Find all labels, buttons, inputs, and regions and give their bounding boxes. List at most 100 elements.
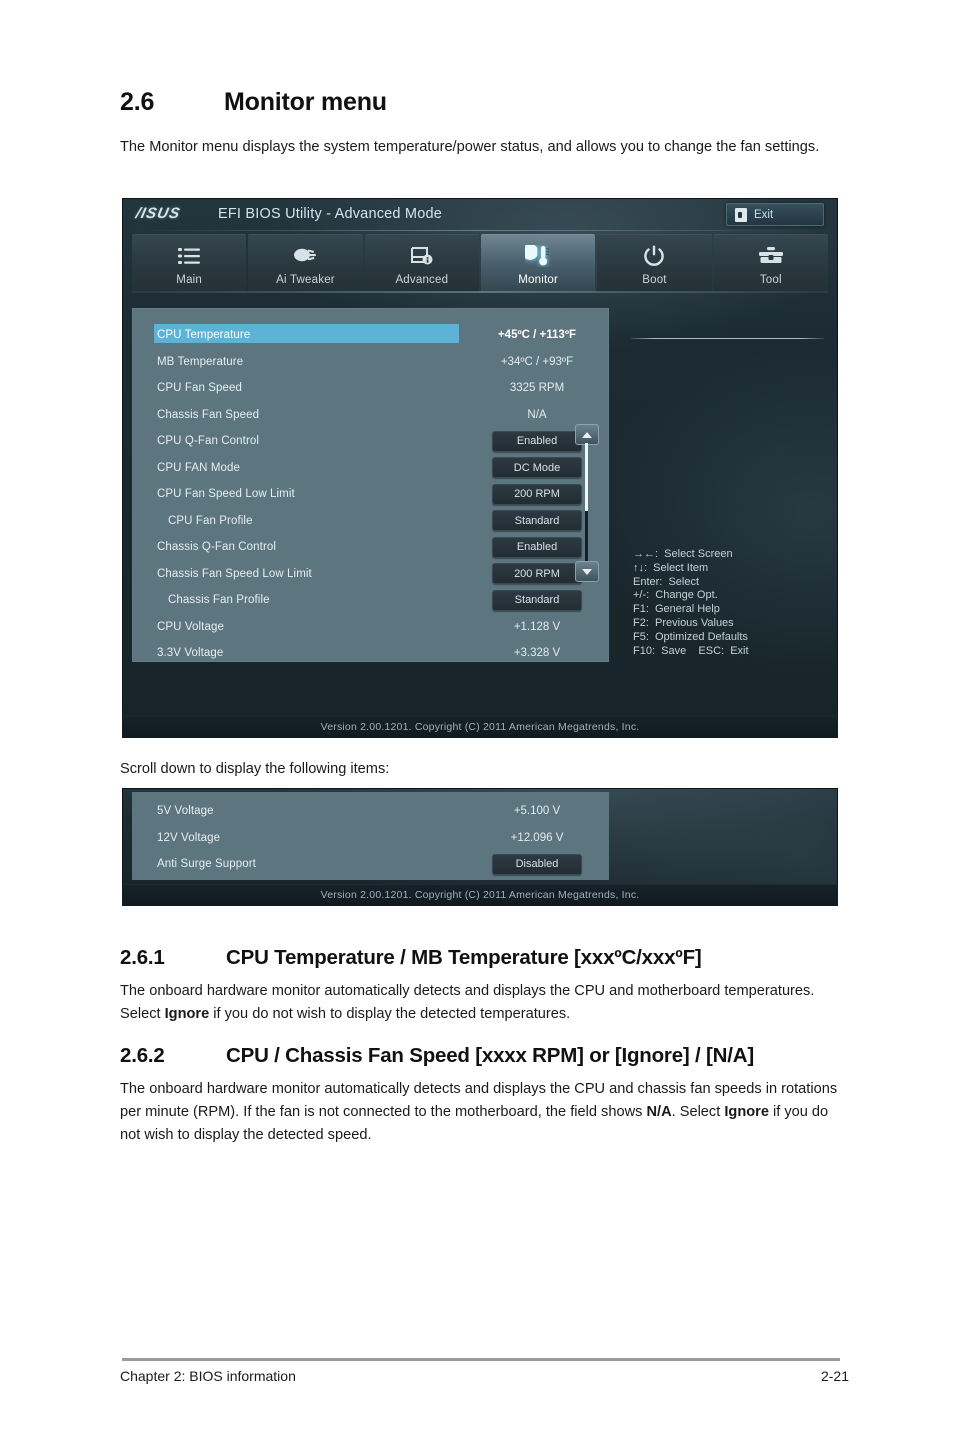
tab-advanced[interactable]: Advanced: [364, 234, 479, 292]
tab-tool[interactable]: Tool: [713, 234, 828, 292]
settings-row-label: CPU Fan Profile: [168, 514, 253, 527]
footer-chapter: Chapter 2: BIOS information: [120, 1368, 296, 1384]
bios-screenshot-main: /ISUS EFI BIOS Utility - Advanced Mode E…: [122, 198, 838, 738]
settings-row-label: CPU Fan Speed: [157, 382, 243, 395]
bios-content-area: CPU Temperature +45ºC / +113ºF MB Temperat…: [132, 294, 828, 686]
key-legend-line: F1: General Help: [633, 603, 720, 616]
option-dropdown[interactable]: 200 RPM: [492, 563, 582, 585]
exit-door-icon: [735, 207, 747, 222]
footer-rule: [122, 1358, 840, 1361]
settings-row[interactable]: CPU Voltage +1.128 V: [132, 614, 609, 641]
settings-scrollbar[interactable]: [575, 424, 599, 582]
settings-row[interactable]: Chassis Fan Speed N/A: [132, 402, 609, 429]
bios-window-title: EFI BIOS Utility - Advanced Mode: [218, 206, 442, 222]
settings-row-label: CPU Fan Speed Low Limit: [157, 488, 295, 501]
settings-row-value: +34ºC / +93ºF: [500, 355, 574, 368]
tab-main[interactable]: Main: [132, 234, 247, 292]
key-legend-line: +/-: Change Opt.: [633, 589, 718, 602]
settings-row-label: Chassis Fan Profile: [168, 594, 270, 607]
settings-row[interactable]: Anti Surge Support Disabled: [132, 851, 609, 878]
option-dropdown[interactable]: Standard: [492, 510, 582, 532]
scroll-down-button[interactable]: [575, 561, 599, 582]
exit-button-label: Exit: [754, 208, 774, 221]
settings-row[interactable]: 3.3V Voltage +3.328 V: [132, 640, 609, 667]
settings-row-value: +45ºC / +113ºF: [497, 329, 577, 342]
tweaker-icon: [290, 243, 320, 269]
settings-row-label: 12V Voltage: [157, 831, 221, 844]
settings-row[interactable]: CPU Fan Speed Low Limit 200 RPM: [132, 481, 609, 508]
manual-page: 2.6 Monitor menu The Monitor menu display…: [0, 0, 954, 1438]
settings-row-label: CPU Temperature: [157, 329, 251, 342]
settings-row-label: 3.3V Voltage: [157, 647, 224, 660]
settings-row-label: CPU Q-Fan Control: [157, 435, 260, 448]
option-dropdown[interactable]: Standard: [492, 589, 582, 611]
body-262-mid: . Select: [671, 1104, 725, 1120]
body-262-bold: N/A: [646, 1104, 672, 1120]
asus-logo: /ISUS: [134, 205, 182, 222]
monitor-info-icon: [407, 243, 437, 269]
bios-screenshot-scrolled: 5V Voltage +5.100 V 12V Voltage +12.096 V An…: [122, 788, 838, 906]
settings-row-value: +12.096 V: [510, 831, 564, 844]
settings-row[interactable]: CPU FAN Mode DC Mode: [132, 455, 609, 482]
help-pane: →←: Select Screen ↑↓: Select Item Enter: S…: [625, 308, 828, 662]
settings-row[interactable]: 5V Voltage +5.100 V: [132, 798, 609, 825]
settings-row-label: CPU Voltage: [157, 620, 224, 633]
toolbox-icon: [756, 243, 786, 269]
settings-row[interactable]: MB Temperature +34ºC / +93ºF: [132, 349, 609, 376]
settings-row-label: MB Temperature: [157, 355, 244, 368]
scrollbar-thumb[interactable]: [584, 443, 588, 511]
footer-page-number: 2-21: [820, 1368, 849, 1384]
settings-row-value: +5.100 V: [513, 805, 561, 818]
scroll-up-button[interactable]: [575, 424, 599, 445]
settings-row[interactable]: Chassis Q-Fan Control Enabled: [132, 534, 609, 561]
power-icon: [639, 243, 669, 269]
settings-row-list-scrolled: 5V Voltage +5.100 V 12V Voltage +12.096 V An…: [132, 798, 609, 878]
subsection-title-262: CPU / Chassis Fan Speed [xxxx RPM] or [I…: [226, 1044, 754, 1067]
settings-row[interactable]: Chassis Fan Profile Standard: [132, 587, 609, 614]
exit-button[interactable]: Exit: [726, 203, 824, 226]
section-heading: 2.6 Monitor menu: [120, 88, 840, 117]
settings-row-value[interactable]: Standard: [462, 587, 612, 614]
settings-row[interactable]: Chassis Fan Speed Low Limit 200 RPM: [132, 561, 609, 588]
option-dropdown[interactable]: Enabled: [492, 430, 582, 452]
settings-row-label: Chassis Fan Speed: [157, 408, 260, 421]
tab-ai-tweaker[interactable]: Ai Tweaker: [248, 234, 363, 292]
titlebar-divider: [132, 230, 828, 231]
key-legend-line: F2: Previous Values: [633, 616, 734, 629]
key-legend: →←: Select Screen ↑↓: Select Item Enter: S…: [633, 548, 824, 658]
settings-row-value: +3.328 V: [513, 647, 561, 660]
option-dropdown[interactable]: Enabled: [492, 536, 582, 558]
tabbar-underline: [132, 291, 828, 293]
settings-row-value[interactable]: Disabled: [462, 851, 612, 878]
key-legend-line: →←: Select Screen: [633, 548, 733, 560]
body-261-post: if you do not wish to display the detect…: [209, 1006, 571, 1022]
help-divider: [631, 338, 824, 339]
tab-boot[interactable]: Boot: [597, 234, 712, 292]
body-261-bold: Ignore: [164, 1006, 210, 1022]
settings-list-pane: CPU Temperature +45ºC / +113ºF MB Temperat…: [132, 308, 609, 662]
settings-row-list: CPU Temperature +45ºC / +113ºF MB Temperat…: [132, 322, 609, 667]
section-title: Monitor menu: [224, 88, 387, 116]
section-intro: The Monitor menu displays the system tem…: [120, 139, 820, 155]
settings-row[interactable]: CPU Fan Profile Standard: [132, 508, 609, 535]
tab-monitor[interactable]: Monitor: [480, 234, 596, 292]
subsection-number-262: 2.6.2: [120, 1044, 165, 1067]
option-dropdown[interactable]: 200 RPM: [492, 483, 582, 505]
subsection-heading-262: 2.6.2 CPU / Chassis Fan Speed [xxxx RPM] …: [120, 1044, 850, 1068]
settings-row[interactable]: CPU Temperature +45ºC / +113ºF: [132, 322, 609, 349]
settings-row[interactable]: 12V Voltage +12.096 V: [132, 825, 609, 852]
key-legend-line: ↑↓: Select Item: [633, 561, 709, 574]
settings-row-label: Chassis Q-Fan Control: [157, 541, 277, 554]
settings-row-label: 5V Voltage: [157, 805, 214, 818]
subsection-body-261: The onboard hardware monitor automatical…: [120, 980, 842, 1026]
option-dropdown[interactable]: DC Mode: [492, 457, 582, 479]
option-dropdown[interactable]: Disabled: [492, 853, 582, 875]
settings-row[interactable]: CPU Fan Speed 3325 RPM: [132, 375, 609, 402]
subsection-heading-261: 2.6.1 CPU Temperature / MB Temperature [x…: [120, 946, 850, 970]
settings-row-label: CPU FAN Mode: [157, 461, 241, 474]
tab-monitor-label: Monitor: [518, 274, 559, 286]
settings-row[interactable]: CPU Q-Fan Control Enabled: [132, 428, 609, 455]
body-262-bold2: Ignore: [724, 1104, 769, 1120]
key-legend-line: F5: Optimized Defaults: [633, 630, 748, 643]
tab-advanced-label: Advanced: [395, 274, 449, 286]
